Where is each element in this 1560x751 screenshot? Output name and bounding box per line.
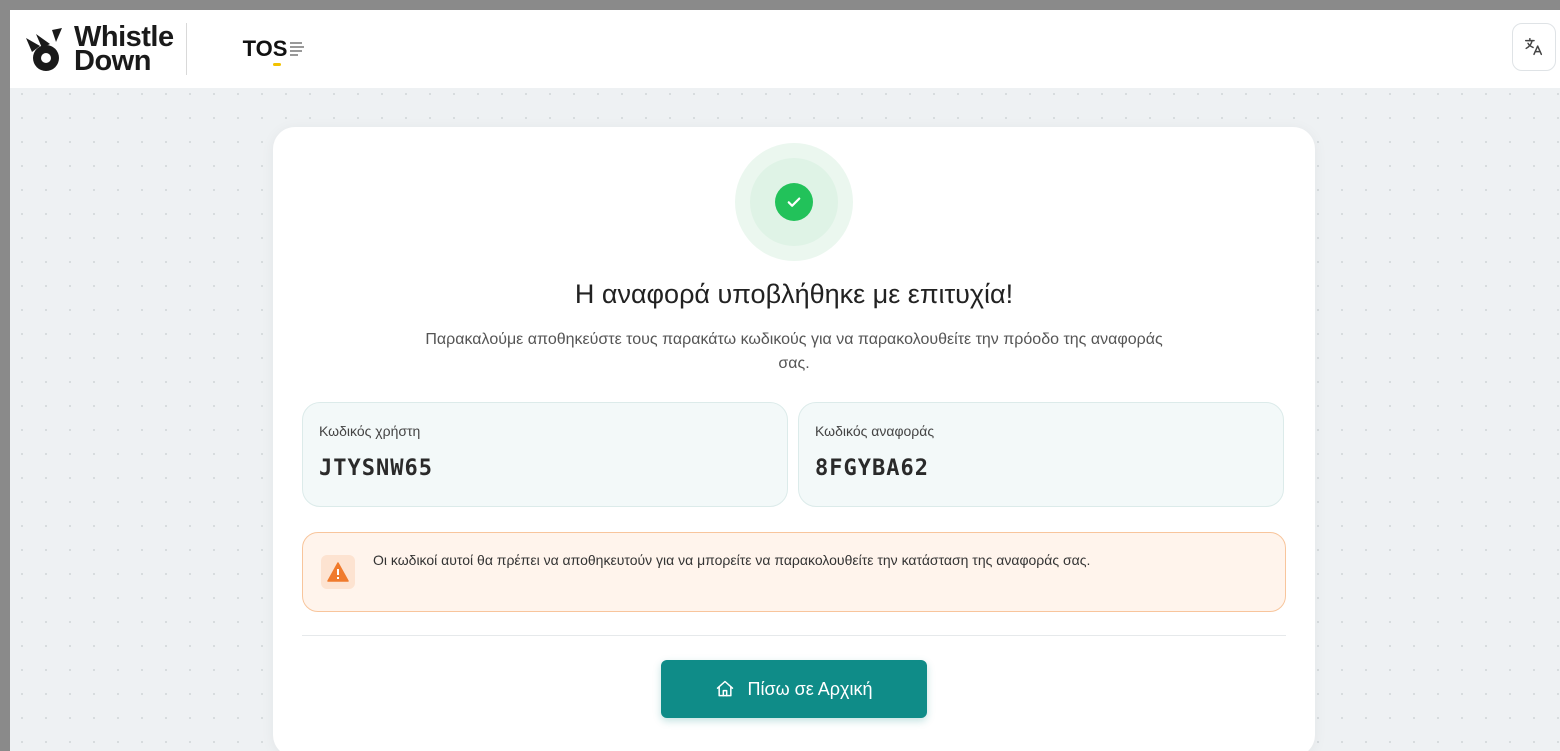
user-code-label: Κωδικός χρήστη (319, 423, 421, 439)
success-subtitle: Παρακαλούμε αποθηκεύστε τους παρακάτω κω… (425, 331, 1163, 372)
back-home-button[interactable]: Πίσω σε Αρχική (661, 660, 927, 718)
report-code-value: 8FGYBA62 (815, 456, 929, 481)
tos-wordmark: TOS (242, 36, 288, 66)
tos-tagline-lines (290, 42, 305, 56)
tos-logo: TOS (242, 36, 305, 66)
user-code-box: Κωδικός χρήστη JTYSNW65 (302, 402, 788, 507)
report-code-box: Κωδικός αναφοράς 8FGYBA62 (798, 402, 1284, 507)
warning-triangle-icon (321, 555, 355, 589)
top-header: Whistle Down TOS (10, 10, 1560, 88)
check-circle-icon (775, 183, 813, 221)
whistledown-logo[interactable]: Whistle Down (22, 23, 174, 77)
report-code-label: Κωδικός αναφοράς (815, 423, 935, 439)
app-frame: Whistle Down TOS Η αναφορά υποβλήθηκε με… (10, 10, 1560, 751)
success-title: Η αναφορά υποβλήθηκε με επιτυχία! (574, 279, 1014, 309)
whistle-logo-icon (26, 28, 62, 71)
warning-text: Οι κωδικοί αυτοί θα πρέπει να αποθηκευτο… (373, 552, 1091, 568)
back-home-label: Πίσω σε Αρχική (747, 678, 873, 699)
translate-icon (1525, 38, 1543, 56)
success-card: Η αναφορά υποβλήθηκε με επιτυχία! Παρακα… (273, 127, 1315, 751)
logo-divider (185, 23, 187, 75)
home-icon (715, 679, 735, 699)
language-button[interactable] (1512, 23, 1556, 71)
triangle-icon (327, 562, 349, 582)
success-badge-inner (750, 158, 838, 246)
card-divider (302, 635, 1286, 636)
user-code-value: JTYSNW65 (319, 456, 433, 481)
warning-notice: Οι κωδικοί αυτοί θα πρέπει να αποθηκευτο… (302, 532, 1286, 612)
success-badge (735, 143, 853, 261)
logo-wordmark: Whistle Down (74, 23, 174, 77)
logo-line2: Down (74, 45, 151, 77)
checkmark-icon (787, 197, 801, 207)
